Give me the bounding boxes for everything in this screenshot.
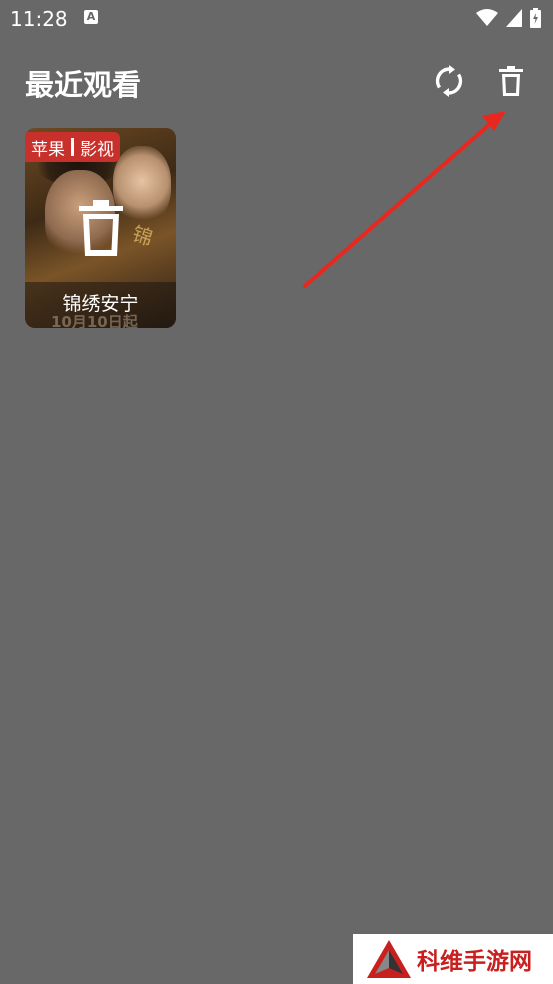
trash-icon[interactable] <box>79 200 123 256</box>
refresh-button[interactable] <box>432 64 466 98</box>
status-bar: 11:28 A <box>0 0 553 38</box>
page-title: 最近观看 <box>25 68 142 102</box>
signal-icon <box>506 9 522 27</box>
site-logo-icon <box>367 940 411 978</box>
wifi-icon <box>476 9 498 26</box>
status-time: 11:28 <box>10 7 68 31</box>
watermark-text: 科维手游网 <box>417 949 532 975</box>
history-card[interactable]: 锦 苹果 影视 10月10日起 锦绣安宁 <box>25 128 176 328</box>
status-icons <box>476 8 541 28</box>
badge-left-label: 苹果 <box>31 139 65 160</box>
card-title: 锦绣安宁 <box>62 293 139 315</box>
source-badge: 苹果 影视 <box>25 132 120 162</box>
trash-icon <box>499 66 523 96</box>
watermark: 科维手游网 <box>353 934 553 984</box>
battery-icon <box>530 8 541 28</box>
notification-icon: A <box>84 10 98 24</box>
delete-button[interactable] <box>494 64 528 98</box>
badge-separator <box>71 138 74 156</box>
refresh-icon <box>435 65 463 97</box>
badge-right-label: 影视 <box>80 139 114 160</box>
